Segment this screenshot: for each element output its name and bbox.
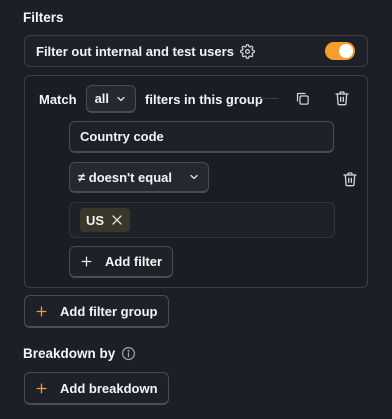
values-input[interactable]: US bbox=[69, 202, 335, 238]
trash-icon[interactable] bbox=[334, 90, 350, 106]
match-value: all bbox=[94, 91, 110, 106]
value-chip-label: US bbox=[86, 212, 105, 228]
plus-icon bbox=[35, 382, 48, 395]
add-filter-group-button[interactable]: Add filter group bbox=[24, 295, 169, 328]
toggle-knob bbox=[339, 44, 353, 58]
gear-icon[interactable] bbox=[239, 43, 255, 59]
internal-filter-row: Filter out internal and test users bbox=[24, 35, 368, 67]
breakdown-title-row: Breakdown by bbox=[23, 346, 136, 361]
match-suffix: filters in this group bbox=[145, 91, 263, 107]
value-chip: US bbox=[80, 208, 131, 232]
internal-filter-label: Filter out internal and test users bbox=[36, 43, 234, 59]
trash-icon[interactable] bbox=[342, 171, 358, 187]
match-select[interactable]: all bbox=[85, 85, 137, 113]
add-breakdown-button[interactable]: Add breakdown bbox=[24, 372, 169, 405]
property-select[interactable]: Country code bbox=[69, 121, 334, 153]
add-filter-button[interactable]: Add filter bbox=[69, 246, 174, 278]
match-row: Match all filters in this group bbox=[39, 84, 263, 114]
internal-filter-toggle[interactable] bbox=[325, 42, 355, 60]
operator-label: ≠ doesn't equal bbox=[78, 169, 173, 185]
copy-icon[interactable] bbox=[295, 91, 310, 106]
breakdown-title: Breakdown by bbox=[23, 346, 116, 361]
add-breakdown-label: Add breakdown bbox=[60, 380, 158, 396]
filter-group: Match all filters in this group Country … bbox=[24, 75, 368, 288]
operator-select[interactable]: ≠ doesn't equal bbox=[69, 162, 210, 193]
filters-title: Filters bbox=[23, 10, 64, 25]
divider bbox=[258, 98, 278, 99]
add-filter-label: Add filter bbox=[105, 254, 163, 269]
chevron-down-icon bbox=[115, 93, 127, 105]
chevron-down-icon bbox=[188, 171, 200, 183]
add-filter-group-label: Add filter group bbox=[60, 303, 158, 319]
match-prefix: Match bbox=[39, 91, 77, 107]
property-label: Country code bbox=[80, 129, 164, 144]
plus-icon bbox=[35, 305, 48, 318]
close-icon[interactable] bbox=[110, 213, 124, 227]
info-icon[interactable] bbox=[121, 346, 136, 361]
plus-icon bbox=[80, 255, 93, 268]
